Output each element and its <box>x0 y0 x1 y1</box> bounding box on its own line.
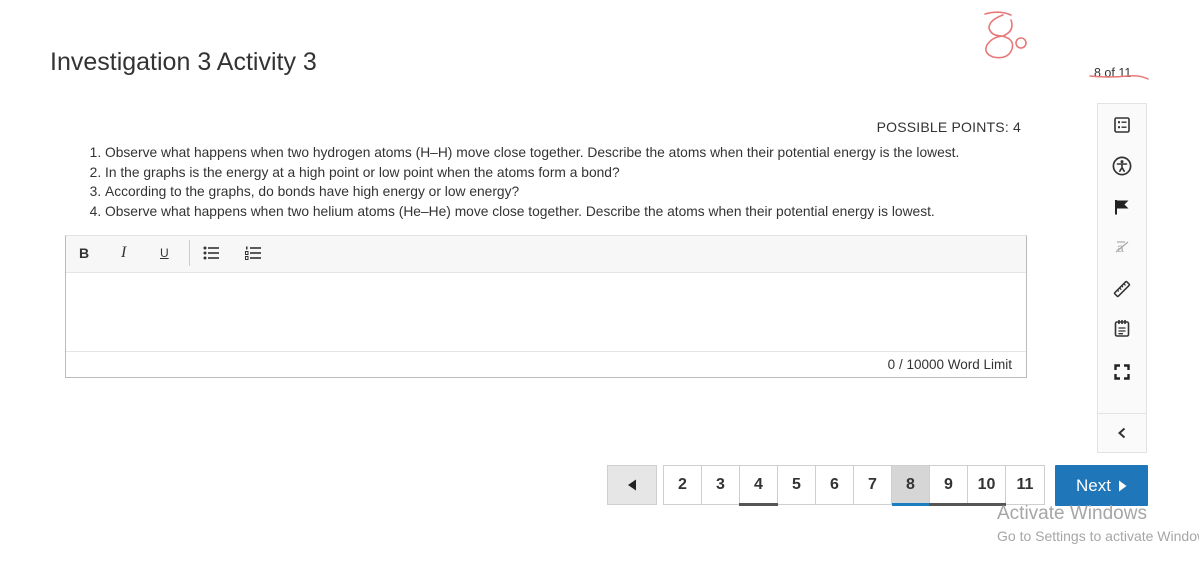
question-pagination: 2 3 4 5 6 7 8 9 10 11 <box>663 465 1045 506</box>
watermark-line-1: Activate Windows <box>997 503 1147 524</box>
question-list-icon[interactable] <box>1098 110 1146 140</box>
question-list: Observe what happens when two hydrogen a… <box>68 143 959 222</box>
collapse-chevron-icon[interactable] <box>1098 413 1146 452</box>
question-item: Observe what happens when two helium ato… <box>105 202 959 222</box>
page-button-2[interactable]: 2 <box>664 466 702 504</box>
page-button-5[interactable]: 5 <box>778 466 816 504</box>
numbered-list-icon[interactable] <box>244 242 262 264</box>
notepad-icon[interactable] <box>1098 313 1146 343</box>
toolbar-divider <box>189 240 190 266</box>
page-button-3[interactable]: 3 <box>702 466 740 504</box>
page-button-9[interactable]: 9 <box>929 466 968 506</box>
triangle-left-icon <box>628 479 636 491</box>
word-count: 0 <box>887 357 896 372</box>
question-item: According to the graphs, do bonds have h… <box>105 182 959 202</box>
flag-icon[interactable] <box>1098 192 1146 222</box>
page-button-11[interactable]: 11 <box>1006 466 1044 504</box>
previous-button[interactable] <box>607 465 657 505</box>
ruler-icon[interactable] <box>1098 274 1146 304</box>
word-limit-counter: 0 / 10000 Word Limit <box>888 357 1012 372</box>
word-limit-text: / 10000 Word Limit <box>898 357 1012 372</box>
editor-footer: 0 / 10000 Word Limit <box>66 351 1026 377</box>
next-button[interactable]: Next <box>1055 465 1148 506</box>
page-button-10[interactable]: 10 <box>967 466 1006 506</box>
tools-sidebar: a <box>1097 103 1147 453</box>
triangle-right-icon <box>1118 480 1127 491</box>
bulleted-list-icon[interactable] <box>202 242 220 264</box>
handwritten-underline <box>1089 75 1149 80</box>
accessibility-icon[interactable] <box>1098 151 1146 181</box>
page-button-8[interactable]: 8 <box>892 466 930 506</box>
italic-button[interactable]: I <box>121 242 126 264</box>
editor-toolbar: B I U <box>66 236 1026 273</box>
underline-button[interactable]: U <box>160 242 169 264</box>
question-item: In the graphs is the energy at a high po… <box>105 163 959 183</box>
next-button-label: Next <box>1076 475 1111 495</box>
fullscreen-icon[interactable] <box>1098 357 1146 387</box>
page-button-6[interactable]: 6 <box>816 466 854 504</box>
possible-points: POSSIBLE POINTS: 4 <box>876 119 1021 135</box>
bold-button[interactable]: B <box>79 242 89 264</box>
question-item: Observe what happens when two hydrogen a… <box>105 143 959 163</box>
handwritten-score-annotation <box>984 11 1027 59</box>
strikethrough-icon[interactable]: a <box>1098 232 1146 262</box>
response-editor: B I U 0 / 10000 Word Limit <box>65 235 1027 378</box>
page-button-4[interactable]: 4 <box>739 466 778 506</box>
windows-activation-watermark: Activate Windows Go to Settings to activ… <box>997 503 1199 544</box>
watermark-line-2: Go to Settings to activate Windows. <box>997 528 1199 544</box>
page-button-7[interactable]: 7 <box>854 466 892 504</box>
page-title: Investigation 3 Activity 3 <box>50 48 317 76</box>
response-text-area[interactable] <box>66 273 1026 353</box>
